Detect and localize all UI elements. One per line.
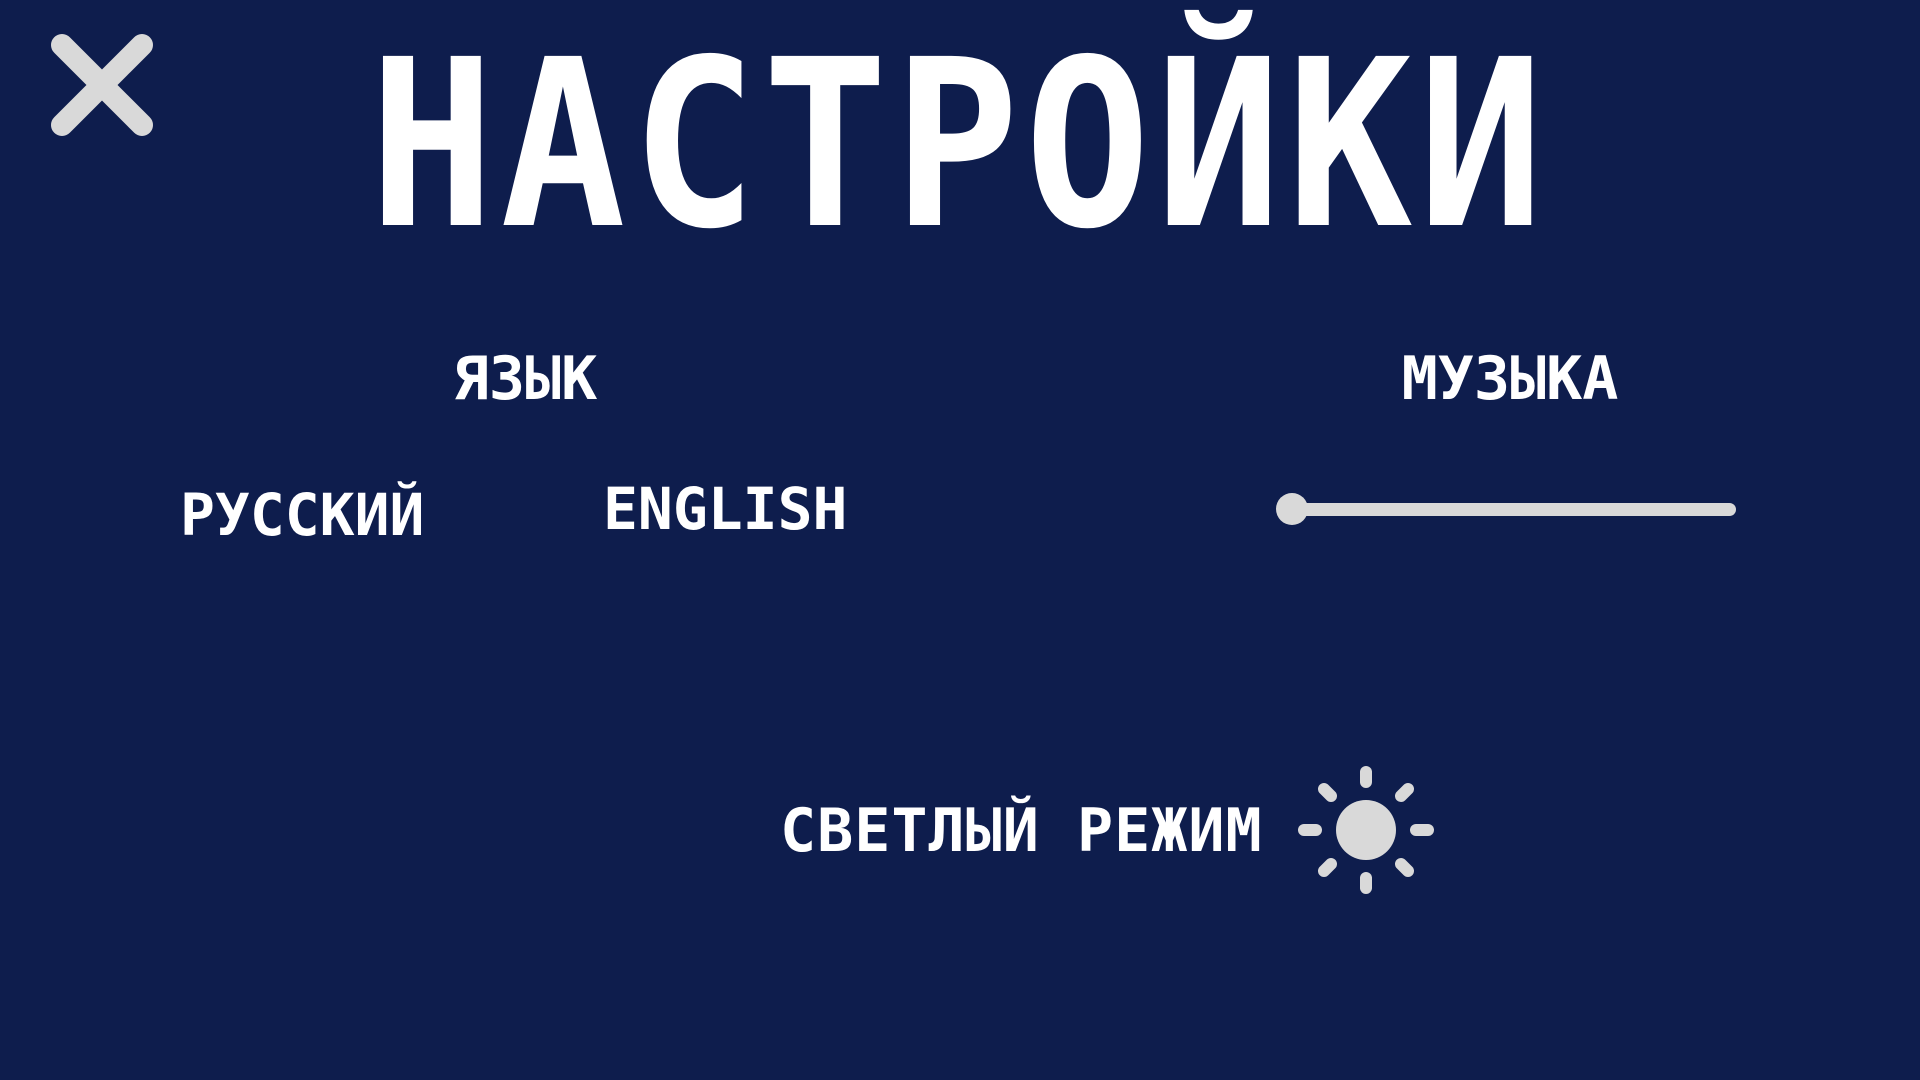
music-volume-slider[interactable] (1274, 490, 1736, 528)
light-mode-toggle[interactable] (1294, 762, 1438, 898)
language-option-english[interactable]: ENGLISH (603, 474, 847, 544)
slider-track (1288, 503, 1736, 516)
language-option-russian[interactable]: РУССКИЙ (180, 480, 424, 550)
settings-screen: НАСТРОЙКИ ЯЗЫК МУЗЫКА РУССКИЙ ENGLISH СВ… (0, 0, 1920, 1080)
slider-thumb[interactable] (1276, 493, 1308, 525)
music-label: МУЗЫКА (1401, 344, 1619, 414)
light-mode-label: СВЕТЛЫЙ РЕЖИМ (780, 796, 1263, 866)
language-label: ЯЗЫК (452, 344, 598, 414)
page-title: НАСТРОЙКИ (369, 10, 1549, 280)
sun-icon (1298, 766, 1434, 894)
